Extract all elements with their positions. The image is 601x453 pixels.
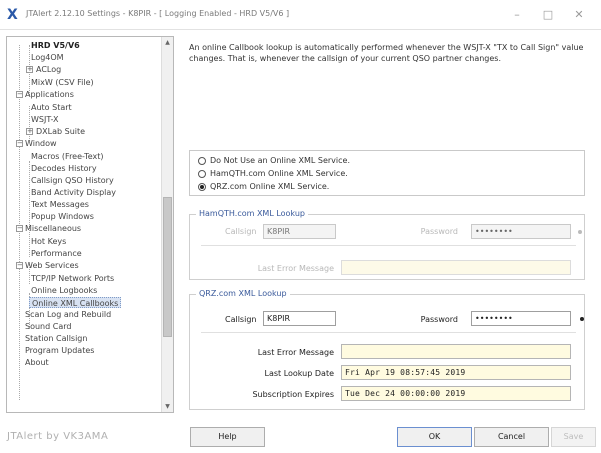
radio-unchecked-icon[interactable] bbox=[198, 170, 206, 178]
qrz-group-title: QRZ.com XML Lookup bbox=[196, 289, 290, 298]
brand-footer: JTAlert by VK3AMA bbox=[7, 431, 109, 442]
tree-item-tcpip-ports[interactable]: TCP/IP Network Ports bbox=[31, 273, 114, 284]
qrz-subscription-label: Subscription Expires bbox=[252, 390, 334, 399]
tree-item-program-updates[interactable]: Program Updates bbox=[25, 345, 94, 356]
collapse-icon[interactable]: − bbox=[16, 140, 23, 147]
qrz-last-error-label: Last Error Message bbox=[257, 348, 334, 357]
password-indicator-icon bbox=[578, 230, 582, 234]
close-button[interactable]: ✕ bbox=[565, 6, 593, 24]
tree-connector bbox=[29, 161, 30, 257]
tree-connector bbox=[29, 106, 30, 141]
qrz-last-lookup-label: Last Lookup Date bbox=[264, 369, 334, 378]
ok-button[interactable]: OK bbox=[397, 427, 472, 447]
title-bar: X JTAlert 2.12.10 Settings - K8PIR - [ L… bbox=[0, 0, 601, 30]
scroll-down-icon[interactable]: ▼ bbox=[162, 401, 173, 412]
scrollbar-thumb[interactable] bbox=[163, 197, 172, 337]
tree-item-hot-keys[interactable]: Hot Keys bbox=[31, 236, 66, 247]
settings-tree[interactable]: HRD V5/V6 Log4OM + ACLog MixW (CSV File)… bbox=[6, 36, 174, 413]
qrz-subscription-field: Tue Dec 24 00:00:00 2019 bbox=[341, 386, 571, 401]
tree-item-web-services[interactable]: Web Services bbox=[25, 260, 79, 271]
qrz-last-error-field bbox=[341, 344, 571, 359]
tree-item-about[interactable]: About bbox=[25, 357, 49, 368]
tree-item-station-callsign[interactable]: Station Callsign bbox=[25, 333, 87, 344]
hamqth-group-title: HamQTH.com XML Lookup bbox=[196, 209, 308, 218]
app-logo-icon: X bbox=[7, 7, 18, 23]
hamqth-password-label: Password bbox=[420, 227, 458, 236]
collapse-icon[interactable]: − bbox=[16, 91, 23, 98]
hamqth-password-input[interactable]: •••••••• bbox=[471, 224, 571, 239]
expand-icon[interactable]: + bbox=[26, 66, 33, 73]
tree-item-scan-log[interactable]: Scan Log and Rebuild bbox=[25, 309, 111, 320]
tree-connector bbox=[19, 45, 20, 400]
minimize-button[interactable]: – bbox=[503, 6, 531, 24]
tree-item-aclog[interactable]: ACLog bbox=[36, 64, 61, 75]
tree-item-online-xml-callbooks[interactable]: Online XML Callbooks bbox=[29, 297, 122, 308]
tree-item-online-logbooks[interactable]: Online Logbooks bbox=[31, 285, 97, 296]
qrz-last-lookup-field: Fri Apr 19 08:57:45 2019 bbox=[341, 365, 571, 380]
tree-item-band-activity[interactable]: Band Activity Display bbox=[31, 187, 116, 198]
save-button[interactable]: Save bbox=[551, 427, 596, 447]
scroll-up-icon[interactable]: ▲ bbox=[162, 37, 173, 48]
service-options: Do Not Use an Online XML Service. HamQTH… bbox=[189, 150, 585, 196]
collapse-icon[interactable]: − bbox=[16, 225, 23, 232]
tree-scrollbar[interactable]: ▲ ▼ bbox=[161, 37, 173, 412]
tree-item-miscellaneous[interactable]: Miscellaneous bbox=[25, 223, 81, 234]
cancel-button[interactable]: Cancel bbox=[474, 427, 549, 447]
maximize-button[interactable]: □ bbox=[534, 6, 562, 24]
tree-item-hrd[interactable]: HRD V5/V6 bbox=[31, 40, 80, 51]
tree-item-auto-start[interactable]: Auto Start bbox=[31, 102, 72, 113]
divider bbox=[201, 245, 576, 246]
callbook-description: An online Callbook lookup is automatical… bbox=[189, 43, 584, 63]
divider bbox=[201, 332, 576, 333]
hamqth-callsign-label: Callsign bbox=[225, 227, 257, 236]
hamqth-last-error-label: Last Error Message bbox=[257, 264, 334, 273]
tree-item-popup-windows[interactable]: Popup Windows bbox=[31, 211, 94, 222]
collapse-icon[interactable]: − bbox=[16, 262, 23, 269]
tree-item-macros[interactable]: Macros (Free-Text) bbox=[31, 151, 103, 162]
radio-checked-icon[interactable] bbox=[198, 183, 206, 191]
help-button[interactable]: Help bbox=[190, 427, 265, 447]
radio-unchecked-icon[interactable] bbox=[198, 157, 206, 165]
tree-item-wsjtx[interactable]: WSJT-X bbox=[31, 114, 58, 125]
tree-item-applications[interactable]: Applications bbox=[25, 89, 74, 100]
tree-item-dxlab[interactable]: DXLab Suite bbox=[36, 126, 85, 137]
hamqth-last-error-field bbox=[341, 260, 571, 275]
hamqth-callsign-input[interactable]: K8PIR bbox=[263, 224, 336, 239]
window-title: JTAlert 2.12.10 Settings - K8PIR - [ Log… bbox=[26, 9, 290, 18]
expand-icon[interactable]: + bbox=[26, 128, 33, 135]
tree-item-decodes-history[interactable]: Decodes History bbox=[31, 163, 97, 174]
tree-item-performance[interactable]: Performance bbox=[31, 248, 82, 259]
qrz-password-label: Password bbox=[420, 315, 458, 324]
password-indicator-icon bbox=[580, 317, 584, 321]
qrz-password-input[interactable]: •••••••• bbox=[471, 311, 571, 326]
tree-item-text-messages[interactable]: Text Messages bbox=[31, 199, 89, 210]
qrz-callsign-input[interactable]: K8PIR bbox=[263, 311, 336, 326]
tree-item-log4om[interactable]: Log4OM bbox=[31, 52, 64, 63]
qrz-callsign-label: Callsign bbox=[225, 315, 257, 324]
tree-item-mixw[interactable]: MixW (CSV File) bbox=[31, 77, 94, 88]
tree-item-window[interactable]: Window bbox=[25, 138, 57, 149]
tree-item-callsign-qso-history[interactable]: Callsign QSO History bbox=[31, 175, 114, 186]
tree-item-sound-card[interactable]: Sound Card bbox=[25, 321, 71, 332]
